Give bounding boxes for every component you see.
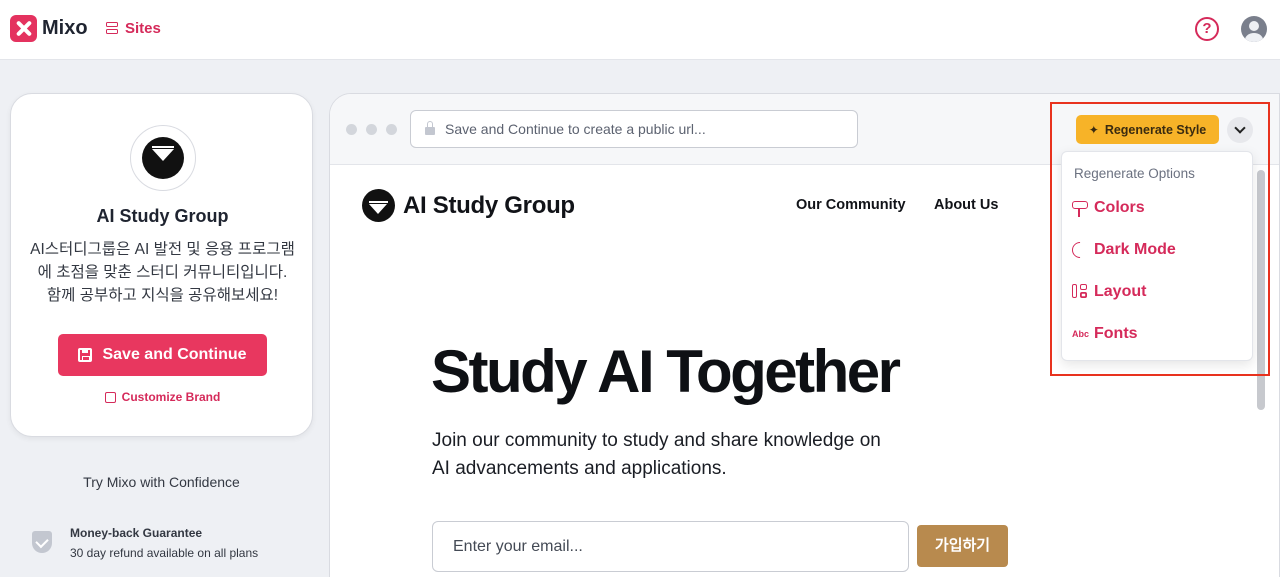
brand-logo [130,125,196,191]
guarantee-title: Money-back Guarantee [70,526,203,540]
sites-label: Sites [125,20,161,37]
customize-icon [104,391,116,403]
confidence-title: Try Mixo with Confidence [83,474,240,490]
sites-icon [106,22,118,35]
save-and-continue-button[interactable]: Save and Continue [58,334,267,376]
help-icon[interactable]: ? [1195,17,1219,41]
brand-name: AI Study Group [96,206,229,226]
site-name: AI Study Group [403,191,575,219]
nav-our-community[interactable]: Our Community [796,197,906,213]
shield-check-icon [32,531,52,553]
save-button-label: Save and Continue [102,346,247,363]
sites-nav-link[interactable]: Sites [106,20,161,37]
email-input[interactable]: Enter your email... [432,521,909,572]
window-dot [346,124,357,135]
brand-description: AI스터디그룹은 AI 발전 및 응용 프로그램에 초점을 맞춘 스터디 커뮤니… [30,241,295,304]
lock-icon [425,121,435,135]
url-bar[interactable]: Save and Continue to create a public url… [410,110,858,148]
brand-card: AI Study Group AI스터디그룹은 AI 발전 및 응용 프로그램에… [10,93,313,437]
window-dot [386,124,397,135]
window-dot [366,124,377,135]
guarantee-subtitle: 30 day refund available on all plans [70,546,259,560]
floppy-disk-icon [78,348,93,362]
hero-title: Study AI Together [431,338,901,405]
mixo-logo-icon [10,15,37,42]
site-logo-icon [362,189,395,222]
highlight-box [1050,102,1270,376]
customize-brand-link[interactable]: Customize Brand [11,390,314,404]
user-avatar-icon[interactable] [1241,16,1267,42]
mixo-logo[interactable]: Mixo [10,15,88,42]
hero-subtitle: Join our community to study and share kn… [432,430,881,479]
join-button[interactable]: 가입하기 [917,525,1008,567]
nav-about-us[interactable]: About Us [934,197,998,213]
customize-label: Customize Brand [121,390,221,404]
site-logo[interactable]: AI Study Group [362,189,575,222]
url-placeholder: Save and Continue to create a public url… [445,121,706,137]
top-bar: Mixo Sites ? [0,0,1280,60]
app-name: Mixo [42,17,88,39]
